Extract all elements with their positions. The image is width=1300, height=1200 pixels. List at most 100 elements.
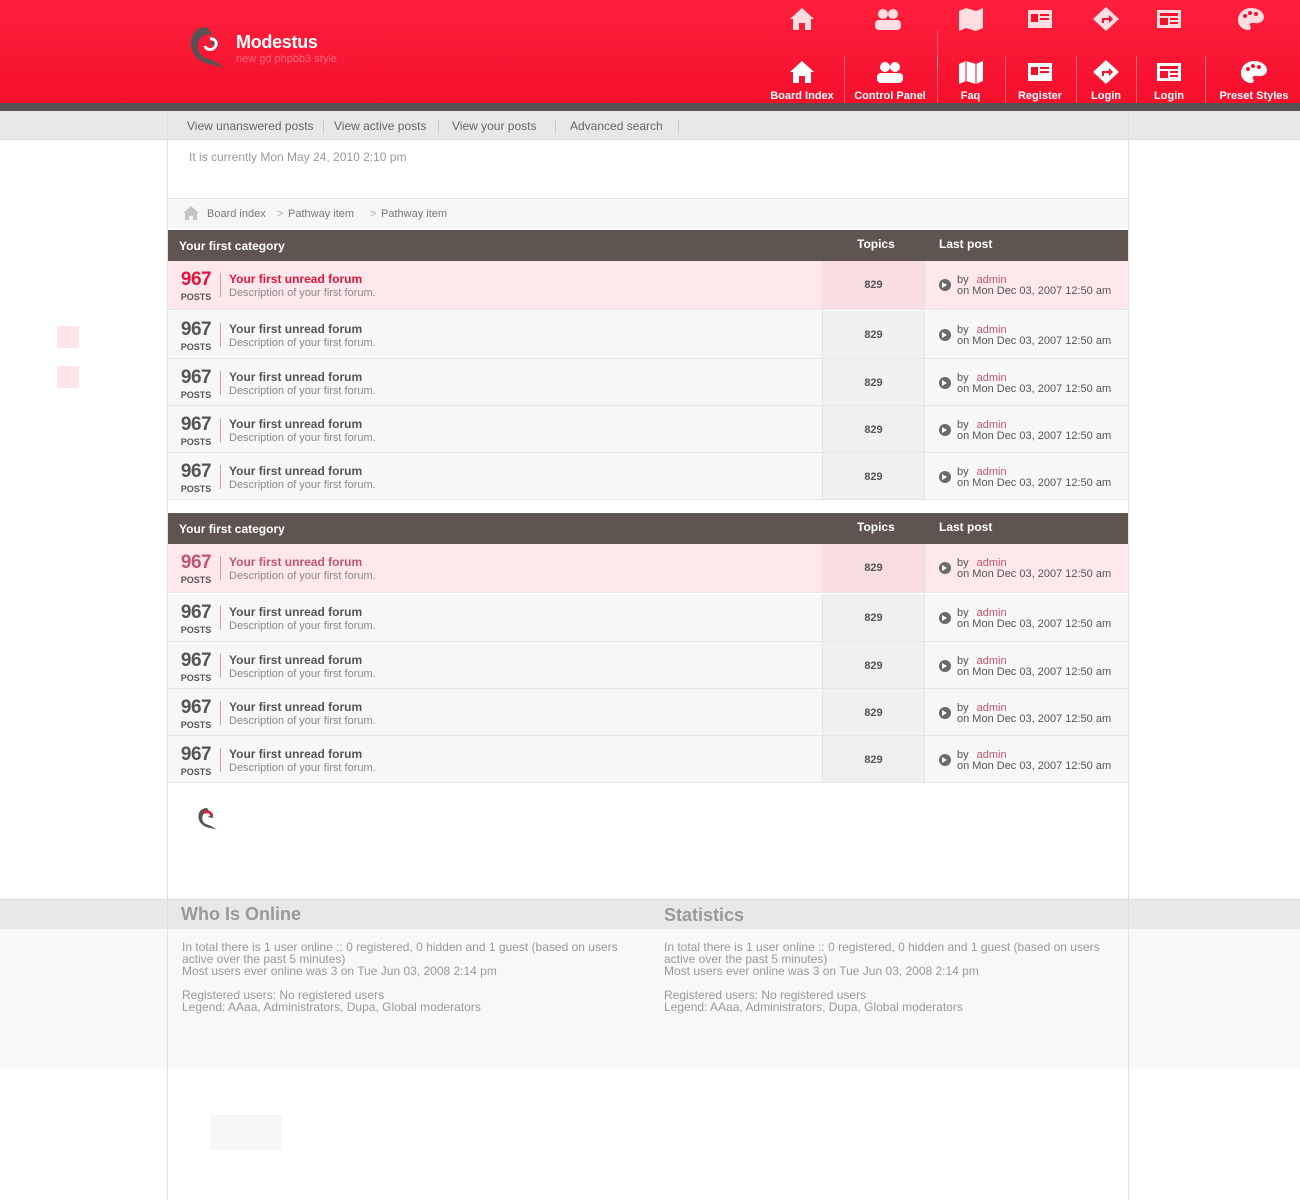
last-post-date: on Mon Dec 03, 2007 12:50 am [957,383,1112,395]
go-to-last-post-icon[interactable] [939,471,951,483]
brand-name[interactable]: Modestus [236,32,318,53]
divider [220,654,221,678]
forum-title-link[interactable]: Your first unread forum [229,747,362,761]
logo-icon [190,27,224,68]
topic-count: 829 [864,471,883,483]
footer-logo-icon [198,808,216,830]
forum-row[interactable]: 967 POSTS Your first unread forum Descripti… [168,736,1128,783]
divider [220,748,221,772]
topic-count: 829 [864,754,883,766]
forum-title-link[interactable]: Your first unread forum [229,555,362,569]
forum-title-link[interactable]: Your first unread forum [229,653,362,667]
forum-row[interactable]: 967 POSTS Your first unread forum Descripti… [168,544,1128,593]
column-topics: Topics [857,237,895,251]
forum-description: Description of your first forum. [229,668,376,680]
category-title[interactable]: Your first category [179,239,285,253]
forum-description: Description of your first forum. [229,385,376,397]
newspaper-icon [1157,63,1181,81]
post-count: 967 [180,552,212,573]
topic-count: 829 [864,424,883,436]
posts-label: POSTS [180,342,212,352]
last-post-date: on Mon Dec 03, 2007 12:50 am [957,285,1112,297]
nav-register[interactable]: Register [1010,56,1070,103]
column-last-post: Last post [939,237,993,251]
last-post-date: on Mon Dec 03, 2007 12:50 am [957,618,1112,630]
go-to-last-post-icon[interactable] [939,707,951,719]
last-post-date: on Mon Dec 03, 2007 12:50 am [957,335,1112,347]
go-to-last-post-icon[interactable] [939,424,951,436]
last-post-date: on Mon Dec 03, 2007 12:50 am [957,430,1112,442]
category-header: Your first category Topics Last post [168,230,1128,261]
breadcrumb-item[interactable]: Pathway item [288,208,354,220]
forum-description: Description of your first forum. [229,570,376,582]
go-to-last-post-icon[interactable] [939,377,951,389]
nav-preset-styles[interactable]: Preset Styles [1212,56,1296,103]
statistics-title: Statistics [664,905,745,925]
forum-row[interactable]: 967 POSTS Your first unread forum Descripti… [168,261,1128,310]
posts-label: POSTS [180,575,212,585]
nav-control-panel[interactable]: Control Panel [850,56,930,103]
forum-row[interactable]: 967 POSTS Your first unread forum Descripti… [168,359,1128,406]
online-text-line: Legend: AAaa, Administrators, Dupa, Glob… [182,1000,481,1014]
forum-title-link[interactable]: Your first unread forum [229,605,362,619]
topic-count: 829 [864,707,883,719]
online-text-line: Most users ever online was 3 on Tue Jun … [182,964,497,978]
topic-count: 829 [864,562,883,574]
forum-row[interactable]: 967 POSTS Your first unread forum Descripti… [168,311,1128,359]
breadcrumb-item[interactable]: Pathway item [381,208,447,220]
signpost-icon [1093,7,1119,31]
forum-title-link[interactable]: Your first unread forum [229,464,362,478]
divider [220,418,221,442]
nav-faq[interactable]: Faq [943,56,998,103]
forum-row[interactable]: 967 POSTS Your first unread forum Descripti… [168,453,1128,500]
home-icon [790,8,814,30]
posts-label: POSTS [180,484,212,494]
home-icon [790,61,814,83]
breadcrumb-item[interactable]: Board index [207,208,266,220]
forum-row[interactable]: 967 POSTS Your first unread forum Descripti… [168,594,1128,642]
forum-description: Description of your first forum. [229,479,376,491]
nav-label: Board Index [770,90,834,102]
forum-row[interactable]: 967 POSTS Your first unread forum Descripti… [168,642,1128,689]
forum-row[interactable]: 967 POSTS Your first unread forum Descripti… [168,689,1128,736]
forum-title-link[interactable]: Your first unread forum [229,370,362,384]
nav-login-2[interactable]: Login [1142,56,1196,103]
signpost-icon [1093,60,1119,84]
go-to-last-post-icon[interactable] [939,279,951,291]
category-header: Your first category Topics Last post [168,513,1128,544]
posts-label: POSTS [180,437,212,447]
forum-description: Description of your first forum. [229,432,376,444]
divider [220,606,221,630]
forum-title-link[interactable]: Your first unread forum [229,700,362,714]
post-count: 967 [180,602,212,623]
post-count: 967 [180,697,212,718]
nav-label: Preset Styles [1219,90,1289,102]
post-count: 967 [180,650,212,671]
forum-description: Description of your first forum. [229,287,376,299]
divider [220,465,221,489]
go-to-last-post-icon[interactable] [939,754,951,766]
forum-description: Description of your first forum. [229,715,376,727]
category-title[interactable]: Your first category [179,522,285,536]
nav-label: Control Panel [854,90,926,102]
forum-row[interactable]: 967 POSTS Your first unread forum Descripti… [168,406,1128,453]
posts-label: POSTS [180,625,212,635]
forum-title-link[interactable]: Your first unread forum [229,417,362,431]
go-to-last-post-icon[interactable] [939,660,951,672]
go-to-last-post-icon[interactable] [939,329,951,341]
forum-title-link[interactable]: Your first unread forum [229,322,362,336]
nav-login[interactable]: Login [1080,56,1132,103]
users-icon [875,9,901,30]
decor-square [57,366,79,388]
topic-count: 829 [864,660,883,672]
stats-text-line: Most users ever online was 3 on Tue Jun … [664,964,979,978]
divider [220,323,221,347]
forum-title-link[interactable]: Your first unread forum [229,272,362,286]
posts-label: POSTS [180,292,212,302]
posts-label: POSTS [180,673,212,683]
go-to-last-post-icon[interactable] [939,612,951,624]
go-to-last-post-icon[interactable] [939,562,951,574]
nav-board-index[interactable]: Board Index [766,56,838,103]
palette-icon [1238,8,1264,30]
nav-label: Faq [960,90,981,102]
